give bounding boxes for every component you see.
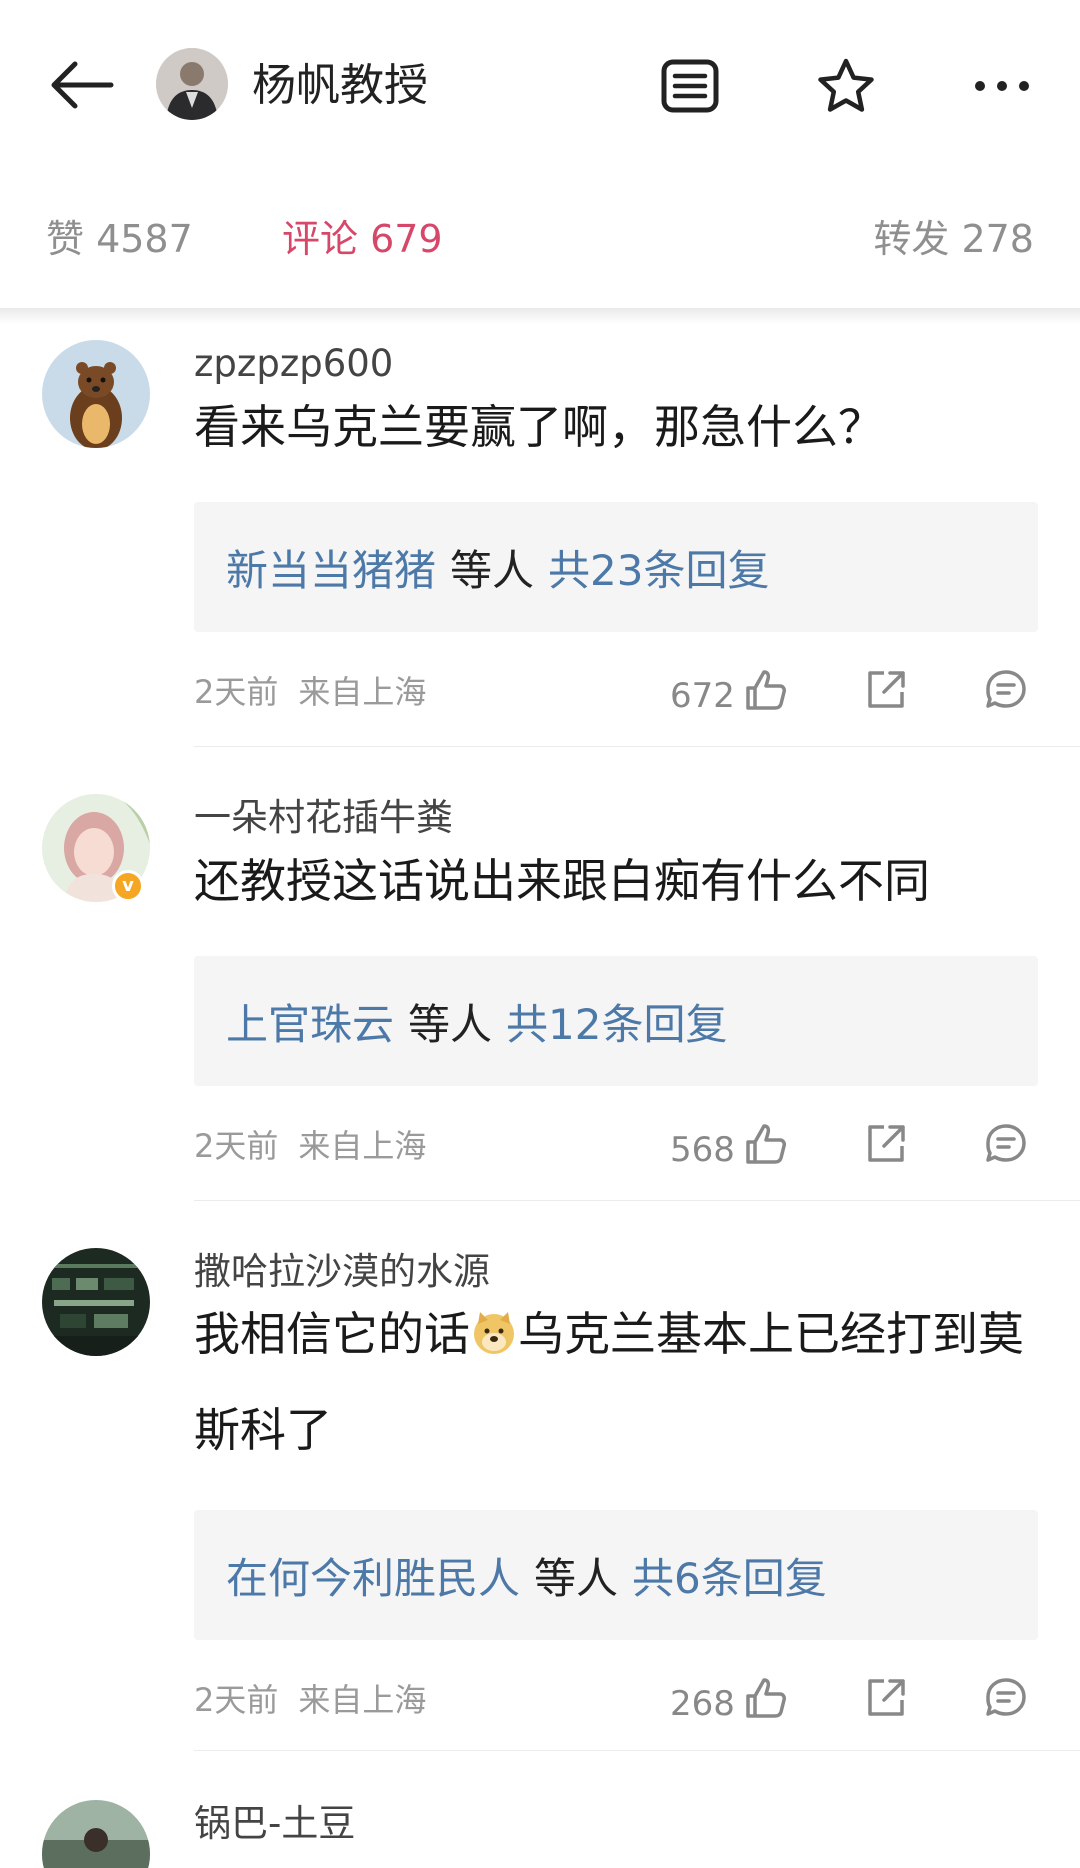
reply-count[interactable]: 共12条回复 — [506, 991, 727, 1052]
comment-text: 还教授这话说出来跟白痴有什么不同 — [194, 854, 930, 908]
thumbs-up-icon[interactable] — [742, 1674, 790, 1722]
commenter-name[interactable]: 锅巴-土豆 — [194, 1800, 355, 1848]
reply-connector: 等人 — [534, 1553, 619, 1603]
replies-preview[interactable]: 在何今利胜民人 等人 共6条回复 — [194, 1510, 1038, 1640]
comment-divider — [194, 746, 1080, 747]
star-icon — [818, 58, 874, 112]
comment-location: 来自上海 — [298, 673, 427, 711]
reply-author[interactable]: 上官珠云 — [226, 991, 394, 1052]
top-bar: 杨帆教授 — [0, 0, 1080, 170]
tab-comments[interactable]: 评论 679 — [282, 214, 443, 264]
comment-location: 来自上海 — [298, 1681, 427, 1719]
engagement-tabs: 赞 4587 评论 679 转发 278 — [0, 190, 1080, 290]
comment-bubble-icon[interactable] — [982, 1674, 1030, 1722]
commenter-avatar[interactable] — [42, 1800, 150, 1868]
like-count: 672 — [670, 676, 735, 716]
tab-likes[interactable]: 赞 4587 — [46, 214, 193, 264]
comment-bubble-icon[interactable] — [982, 666, 1030, 714]
comment-meta: 2天前 来自上海 — [194, 670, 426, 714]
like-count: 268 — [670, 1684, 735, 1724]
reply-count[interactable]: 共6条回复 — [632, 1545, 827, 1606]
comment-time: 2天前 — [194, 673, 279, 711]
share-icon[interactable] — [862, 666, 910, 714]
tabs-divider — [0, 308, 1080, 324]
commenter-avatar[interactable] — [42, 340, 150, 448]
back-button[interactable] — [44, 52, 120, 118]
menu-button[interactable] — [654, 50, 726, 122]
like-count: 568 — [670, 1130, 735, 1170]
commenter-name[interactable]: zpzpzp600 — [194, 340, 393, 388]
commenter-name[interactable]: 一朵村花插牛粪 — [194, 794, 453, 842]
comment-divider — [194, 1750, 1080, 1751]
comment-time: 2天前 — [194, 1127, 279, 1165]
comment-time: 2天前 — [194, 1681, 279, 1719]
tab-reposts[interactable]: 转发 278 — [873, 214, 1034, 264]
thumbs-up-icon[interactable] — [742, 1120, 790, 1168]
replies-preview[interactable]: 新当当猪猪 等人 共23条回复 — [194, 502, 1038, 632]
share-icon[interactable] — [862, 1674, 910, 1722]
reply-author[interactable]: 新当当猪猪 — [226, 537, 436, 598]
share-icon[interactable] — [862, 1120, 910, 1168]
commenter-avatar[interactable] — [42, 1248, 150, 1356]
reply-count[interactable]: 共23条回复 — [548, 537, 769, 598]
list-icon — [661, 59, 719, 113]
comment-text-part: 我相信它的话 — [194, 1307, 470, 1361]
replies-preview[interactable]: 上官珠云 等人 共12条回复 — [194, 956, 1038, 1086]
reply-author[interactable]: 在何今利胜民人 — [226, 1545, 520, 1606]
favorite-button[interactable] — [810, 50, 882, 122]
comment-location: 来自上海 — [298, 1127, 427, 1165]
author-avatar[interactable] — [156, 48, 228, 120]
reply-connector: 等人 — [450, 545, 535, 595]
verified-badge: v — [112, 870, 144, 902]
thumbs-up-icon[interactable] — [742, 666, 790, 714]
comment-bubble-icon[interactable] — [982, 1120, 1030, 1168]
comment-meta: 2天前 来自上海 — [194, 1124, 426, 1168]
more-button[interactable] — [966, 50, 1038, 122]
comment-text: 看来乌克兰要赢了啊，那急什么？ — [194, 400, 884, 454]
arrow-left-icon — [51, 61, 114, 109]
doge-emoji-icon — [474, 1312, 514, 1354]
comment-divider — [194, 1200, 1080, 1201]
page-title: 杨帆教授 — [252, 60, 428, 111]
comment-text: 我相信它的话 乌克兰基本上已经打到莫斯科了 — [194, 1286, 1034, 1478]
comment-meta: 2天前 来自上海 — [194, 1678, 426, 1722]
reply-connector: 等人 — [408, 999, 493, 1049]
more-dots-icon — [975, 81, 1029, 91]
